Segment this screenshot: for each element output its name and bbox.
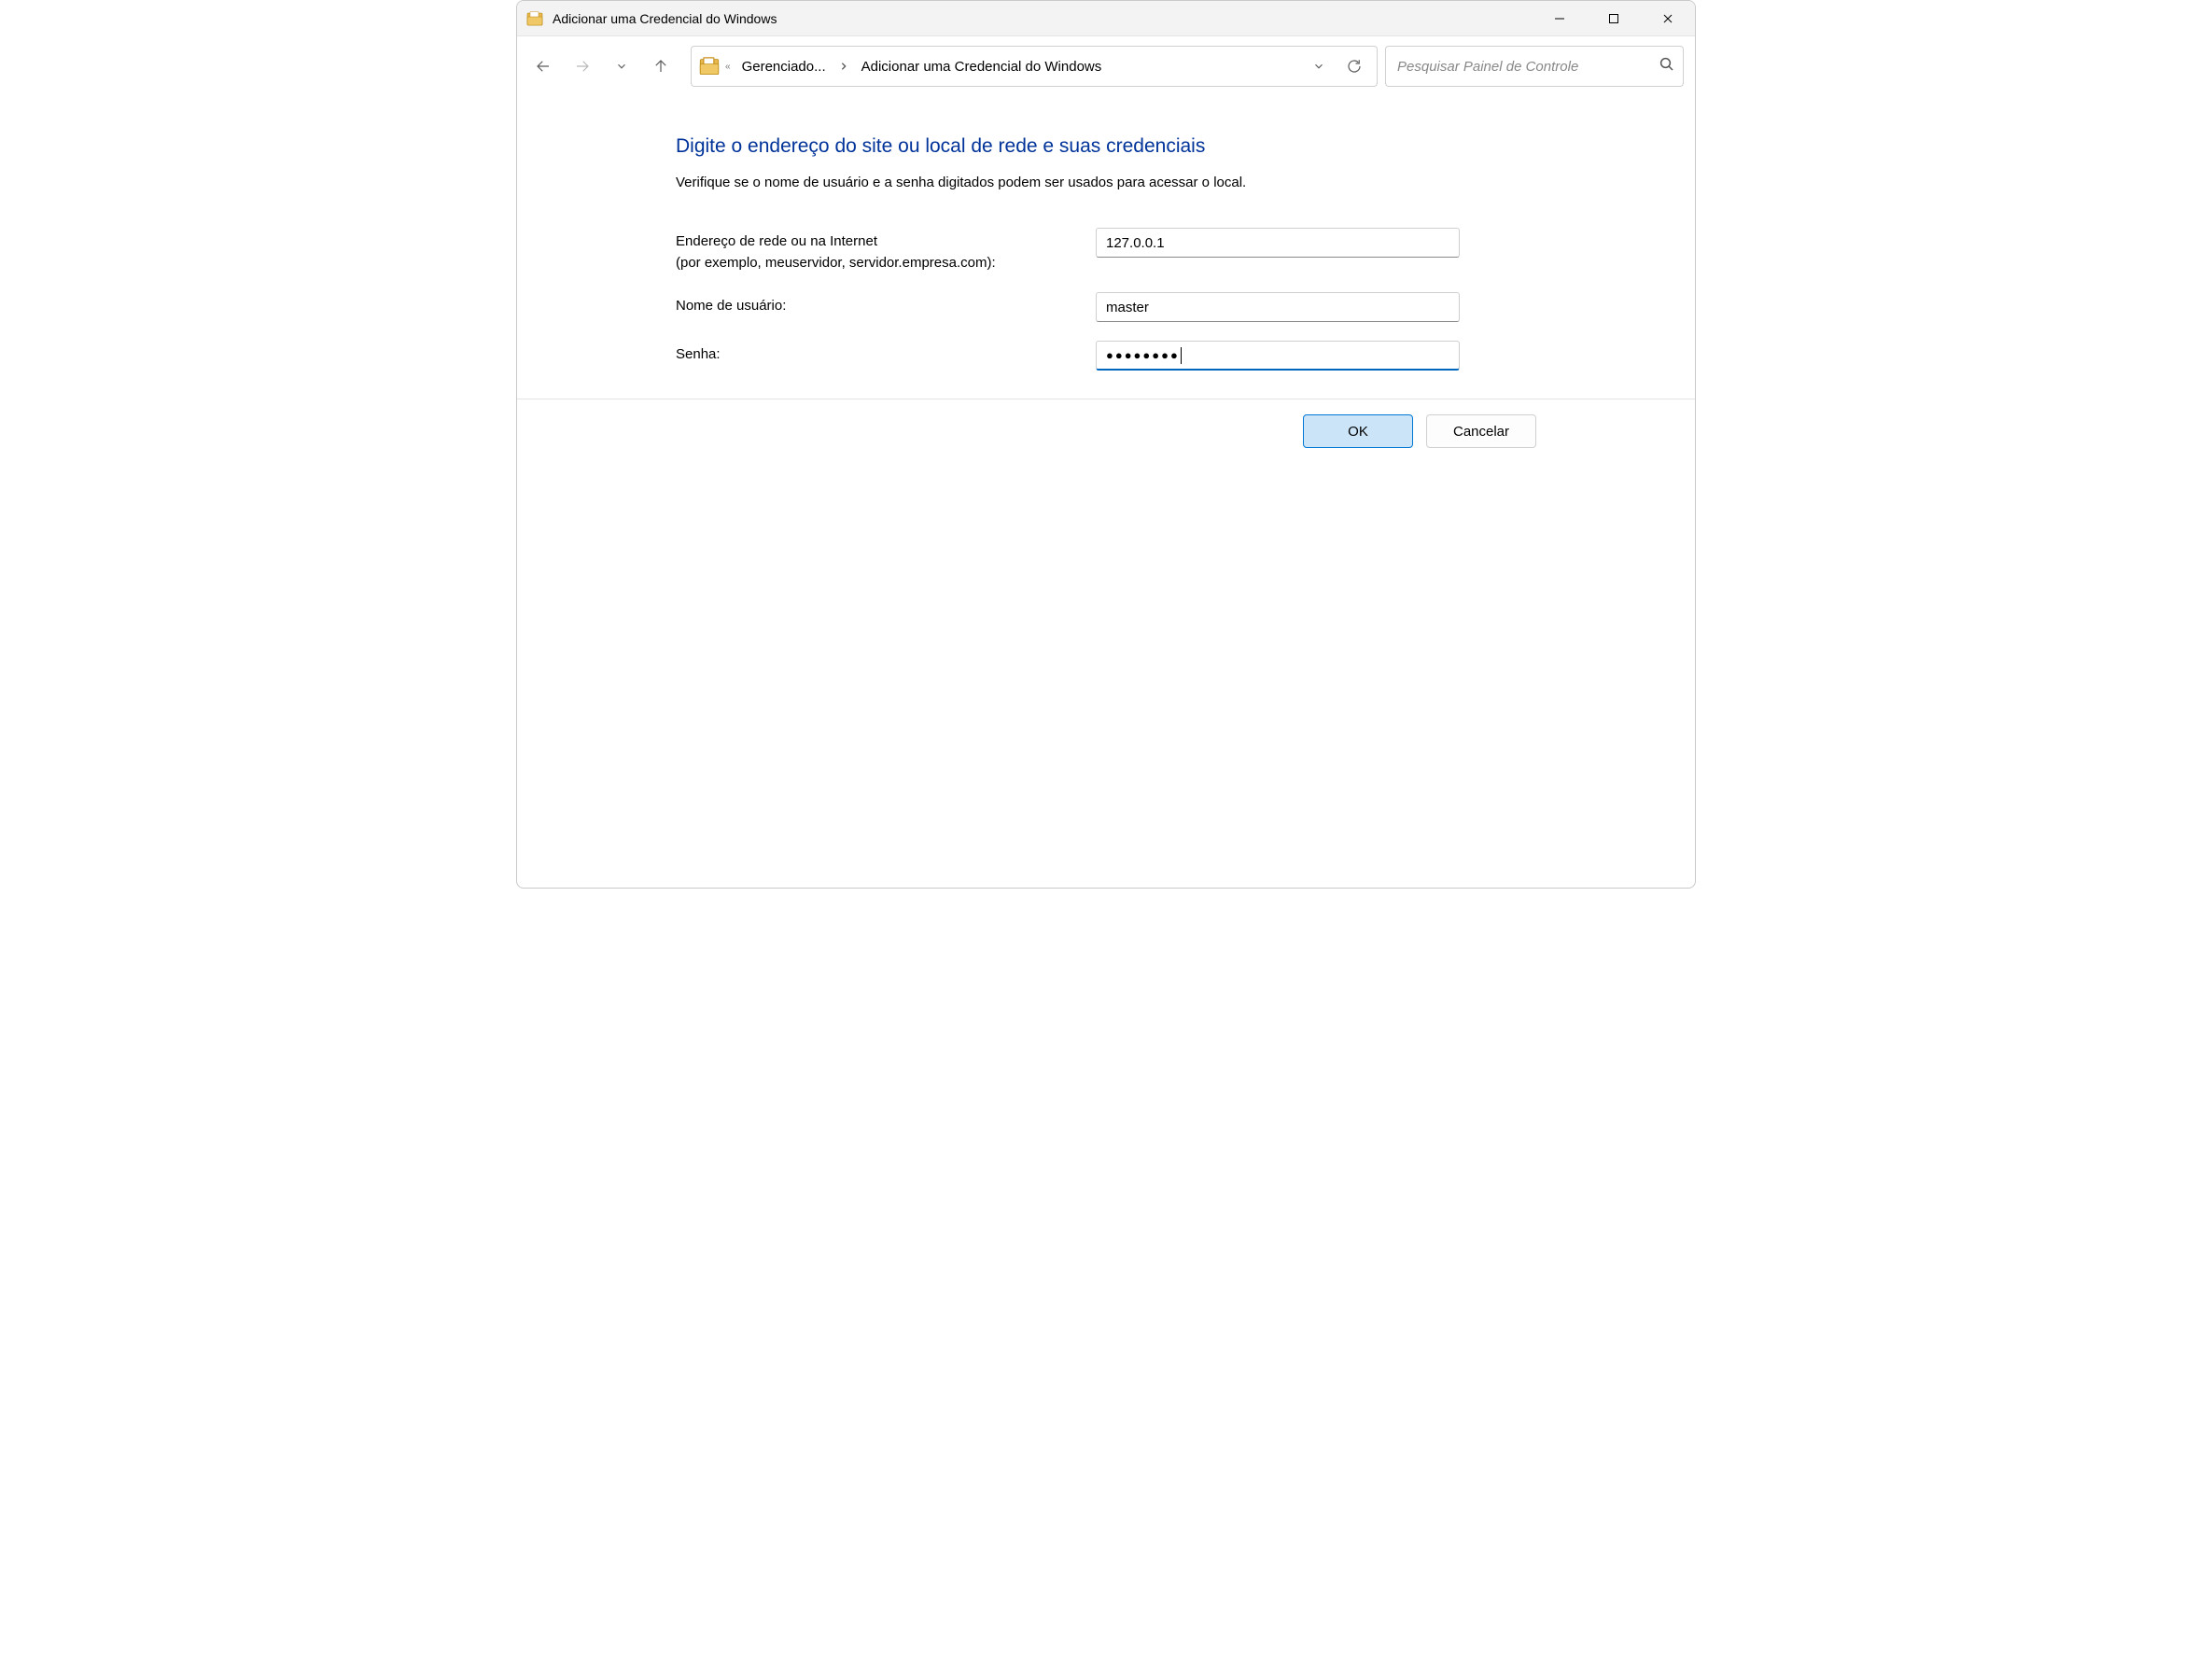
address-bar[interactable]: « Gerenciado... Adicionar uma Credencial…	[691, 46, 1378, 87]
navigation-row: « Gerenciado... Adicionar uma Credencial…	[517, 36, 1695, 98]
window-controls	[1533, 1, 1695, 35]
maximize-button[interactable]	[1587, 1, 1641, 35]
close-button[interactable]	[1641, 1, 1695, 35]
ok-button[interactable]: OK	[1303, 414, 1413, 448]
app-icon	[526, 10, 543, 27]
titlebar: Adicionar uma Credencial do Windows	[517, 1, 1695, 36]
recent-locations-button[interactable]	[605, 49, 638, 83]
address-label: Endereço de rede ou na Internet (por exe…	[676, 228, 1086, 273]
search-icon[interactable]	[1659, 56, 1675, 77]
window-title: Adicionar uma Credencial do Windows	[553, 11, 777, 26]
username-input[interactable]	[1096, 292, 1460, 322]
nav-arrows	[526, 49, 683, 83]
address-history-button[interactable]	[1302, 49, 1336, 83]
credential-form: Endereço de rede ou na Internet (por exe…	[676, 228, 1658, 371]
page-subtext: Verifique se o nome de usuário e a senha…	[676, 175, 1658, 190]
breadcrumb-parent[interactable]: Gerenciado...	[736, 55, 832, 78]
location-icon	[699, 56, 720, 77]
address-input[interactable]	[1096, 228, 1460, 258]
password-mask: ●●●●●●●●	[1106, 342, 1180, 370]
back-button[interactable]	[526, 49, 560, 83]
address-label-hint: (por exemplo, meuservidor, servidor.empr…	[676, 255, 996, 271]
dialog-footer: OK Cancelar	[517, 399, 1695, 463]
forward-button[interactable]	[566, 49, 599, 83]
breadcrumb-root-marker: «	[723, 62, 733, 72]
refresh-button[interactable]	[1337, 49, 1371, 83]
password-input[interactable]: ●●●●●●●●	[1096, 341, 1460, 371]
up-button[interactable]	[644, 49, 678, 83]
text-caret	[1181, 347, 1182, 364]
search-box[interactable]	[1385, 46, 1684, 87]
breadcrumb-parent-label: Gerenciado...	[742, 59, 826, 75]
page-headline: Digite o endereço do site ou local de re…	[676, 135, 1658, 158]
minimize-button[interactable]	[1533, 1, 1587, 35]
address-label-line1: Endereço de rede ou na Internet	[676, 233, 877, 249]
breadcrumb-current-label: Adicionar uma Credencial do Windows	[861, 59, 1102, 75]
chevron-right-icon[interactable]	[835, 60, 852, 74]
breadcrumb-current[interactable]: Adicionar uma Credencial do Windows	[856, 55, 1108, 78]
search-input[interactable]	[1397, 59, 1659, 75]
password-label: Senha:	[676, 341, 1086, 366]
username-label: Nome de usuário:	[676, 292, 1086, 317]
window-frame: Adicionar uma Credencial do Windows	[516, 0, 1696, 889]
main-content: Digite o endereço do site ou local de re…	[517, 98, 1695, 399]
cancel-button[interactable]: Cancelar	[1426, 414, 1536, 448]
